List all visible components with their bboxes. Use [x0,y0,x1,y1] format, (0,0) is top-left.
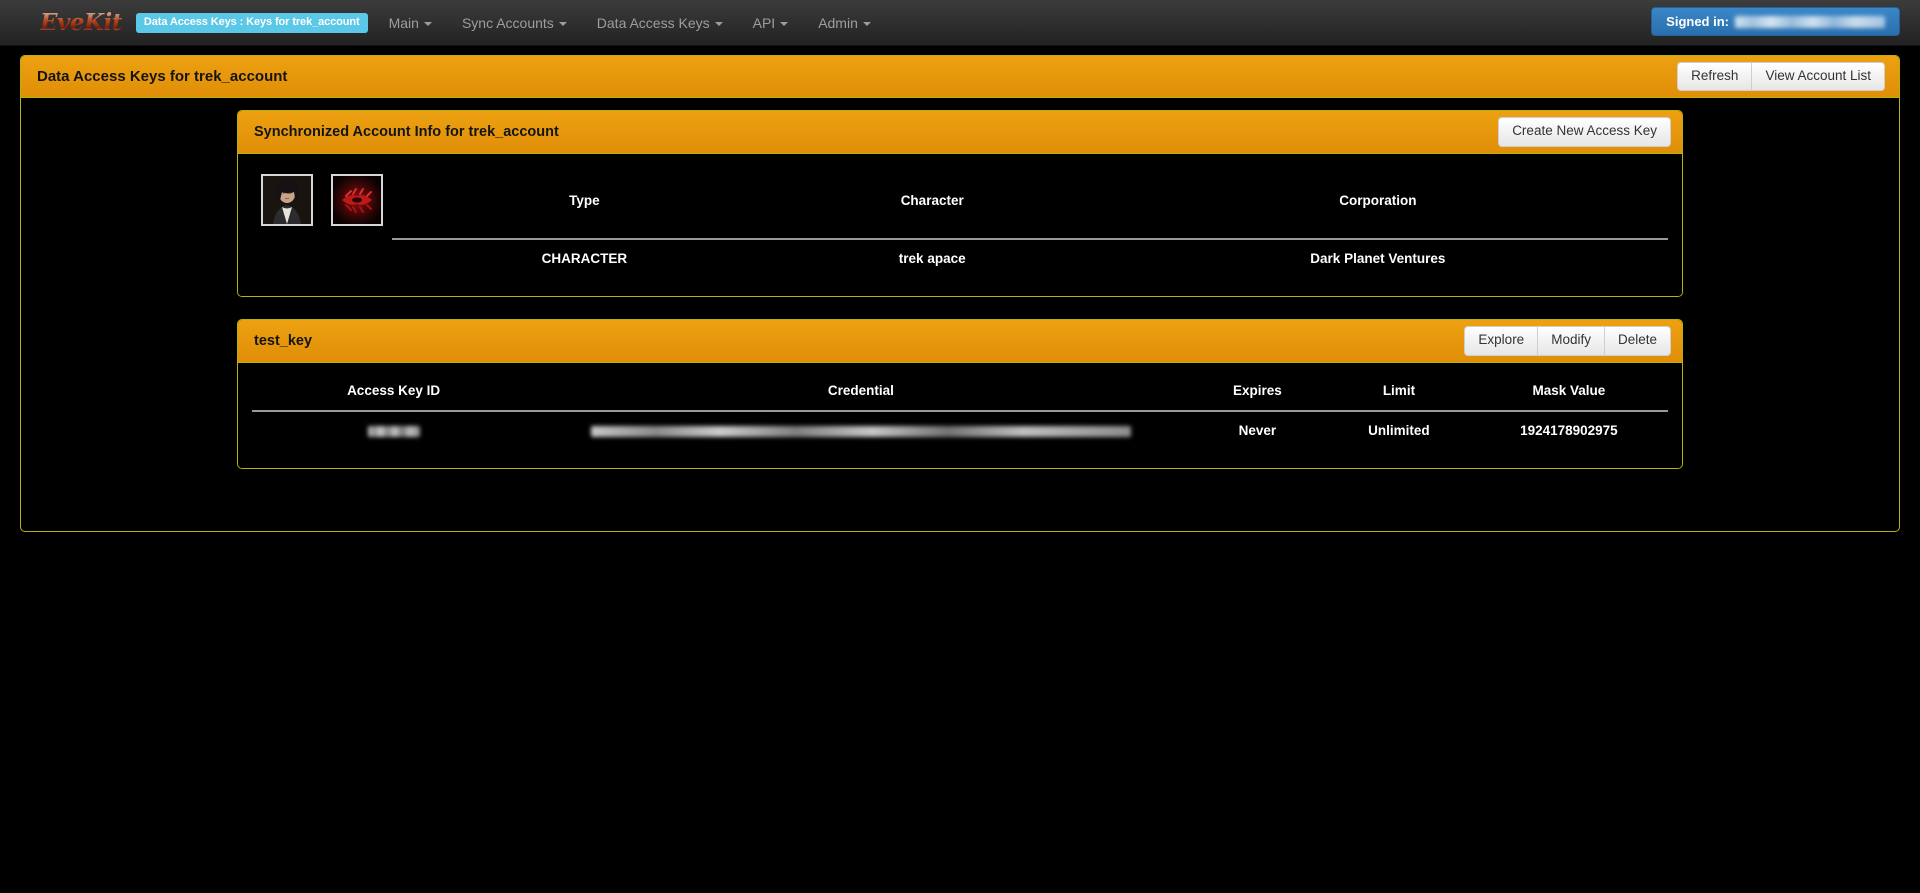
credential-redacted [590,425,1131,437]
access-key-id-redacted [367,425,420,437]
key-cell-limit: Unlimited [1368,423,1430,438]
explore-button[interactable]: Explore [1464,326,1539,356]
account-col-corporation: Corporation [1087,166,1668,240]
page-title: Data Access Keys for trek_account [37,68,288,85]
access-key-title: test_key [254,333,313,349]
account-row-spacer-1 [252,239,322,278]
nav-item-api-label: API [752,14,776,31]
access-key-actions: Explore Modify Delete [1464,326,1671,356]
corporation-logo-image [331,174,383,226]
access-key-panel: test_key Explore Modify Delete Access Ke… [237,319,1683,469]
chevron-down-icon [780,21,789,26]
account-cell-type: CHARACTER [541,251,628,266]
page-panel: Data Access Keys for trek_account Refres… [20,55,1900,532]
access-key-header-row: Access Key ID Credential Expires Limit M… [252,375,1668,412]
access-key-header: test_key Explore Modify Delete [238,320,1682,363]
key-cell-access-key-id [252,411,535,450]
page-header-actions: Refresh View Account List [1677,61,1885,92]
refresh-button[interactable]: Refresh [1677,61,1753,92]
account-info-header: Synchronized Account Info for trek_accou… [238,111,1682,154]
key-col-credential: Credential [535,375,1187,412]
chevron-down-icon [423,21,432,26]
account-cell-character: trek apace [898,251,966,266]
nav-item-data-access-keys-label: Data Access Keys [596,14,710,31]
nav-item-main[interactable]: Main [374,0,447,46]
nav-item-sync-accounts-label: Sync Accounts [461,14,554,31]
chevron-down-icon [558,21,567,26]
signed-in-badge[interactable]: Signed in: [1651,7,1900,36]
table-row: Never Unlimited 1924178902975 [252,411,1668,450]
signed-in-label: Signed in: [1666,14,1729,29]
nav-item-main-label: Main [388,14,419,31]
delete-button[interactable]: Delete [1603,326,1671,356]
access-key-table: Access Key ID Credential Expires Limit M… [252,375,1668,450]
nav-item-admin-label: Admin [818,14,858,31]
nav-item-admin[interactable]: Admin [803,0,886,46]
key-cell-mask-value: 1924178902975 [1520,423,1618,438]
nav-item-sync-accounts[interactable]: Sync Accounts [447,0,582,46]
account-row-spacer-2 [322,239,392,278]
chevron-down-icon [714,21,723,26]
brand-logo[interactable]: EveKit [40,9,122,36]
key-col-expires: Expires [1186,375,1329,412]
breadcrumb-badge: Data Access Keys : Keys for trek_account [135,12,368,33]
modify-button[interactable]: Modify [1537,326,1605,356]
key-cell-expires: Never [1238,423,1277,438]
account-info-body: Type Character Corporation CHARACTER tre… [238,154,1682,296]
key-col-mask-value: Mask Value [1469,375,1668,412]
account-info-panel: Synchronized Account Info for trek_accou… [237,110,1683,297]
account-info-title: Synchronized Account Info for trek_accou… [254,124,559,140]
signed-in-user-redacted [1735,15,1885,28]
account-info-table: Type Character Corporation CHARACTER tre… [252,166,1668,278]
nav-item-data-access-keys[interactable]: Data Access Keys [582,0,738,46]
page-panel-body: Synchronized Account Info for trek_accou… [21,98,1899,469]
account-info-tbody: CHARACTER trek apace Dark Planet Venture… [252,239,1668,278]
key-col-access-key-id: Access Key ID [252,375,536,412]
create-new-access-key-button[interactable]: Create New Access Key [1498,117,1671,147]
key-col-limit: Limit [1328,375,1470,412]
top-navbar: EveKit Data Access Keys : Keys for trek_… [0,0,1920,46]
chevron-down-icon [862,21,871,26]
character-portrait-cell [252,166,322,239]
table-row: CHARACTER trek apace Dark Planet Venture… [252,239,1668,278]
panels-container: Synchronized Account Info for trek_accou… [21,98,1899,469]
account-col-type: Type [392,166,777,240]
account-info-thead: Type Character Corporation [252,166,1668,240]
character-portrait-image [261,174,313,226]
access-key-thead: Access Key ID Credential Expires Limit M… [252,375,1668,412]
corporation-logo-cell [322,166,392,239]
nav-links: Main Sync Accounts Data Access Keys API … [374,0,886,46]
account-cell-corporation: Dark Planet Ventures [1310,251,1446,266]
access-key-body: Access Key ID Credential Expires Limit M… [238,363,1682,468]
account-col-character: Character [776,166,1088,240]
key-cell-credential [535,411,1186,450]
nav-item-api[interactable]: API [738,0,804,46]
access-key-tbody: Never Unlimited 1924178902975 [252,411,1668,450]
view-account-list-button[interactable]: View Account List [1751,61,1885,92]
account-info-header-row: Type Character Corporation [252,166,1668,240]
page-panel-header: Data Access Keys for trek_account Refres… [21,56,1899,98]
